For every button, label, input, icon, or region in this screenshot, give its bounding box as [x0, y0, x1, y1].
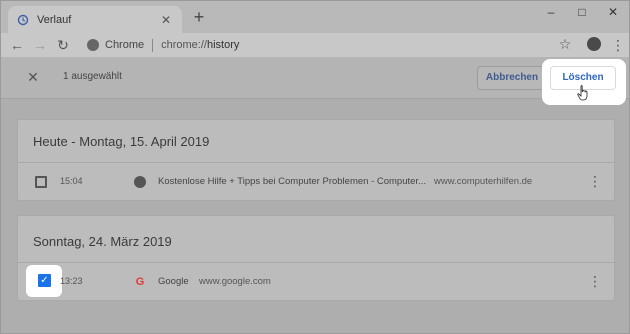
checkbox-highlight: ✓	[26, 265, 62, 297]
arrow-right-icon[interactable]: →	[31, 36, 49, 54]
entry-title[interactable]: Google	[158, 276, 189, 287]
tab-verlauf[interactable]: Verlauf ✕	[8, 6, 182, 33]
entry-time: 13:23	[60, 276, 83, 286]
more-vert-icon[interactable]: ⋮	[611, 36, 625, 54]
history-entry-row[interactable]: 15:04 Kostenlose Hilfe + Tipps bei Compu…	[18, 163, 616, 203]
history-day-card: Sonntag, 24. März 2019 ✓ 13:23 G Google …	[17, 215, 616, 303]
toolbar: ← → ↻ Chrome chrome:// history ☆ ⋮	[1, 33, 629, 57]
entry-checkbox[interactable]	[35, 176, 47, 188]
omnibox-url-prefix: chrome://	[161, 39, 207, 51]
star-icon[interactable]: ☆	[556, 35, 574, 53]
globe-icon	[134, 176, 146, 188]
minimize-button[interactable]: –	[536, 3, 566, 21]
omnibox-divider	[152, 38, 154, 52]
cancel-button[interactable]: Abbrechen	[477, 66, 547, 90]
arrow-left-icon[interactable]: ←	[8, 36, 26, 54]
omnibox[interactable]: Chrome chrome:// history	[78, 34, 582, 56]
entry-checkbox-checked[interactable]: ✓	[38, 274, 51, 287]
window-close-button[interactable]: ✕	[598, 3, 628, 21]
close-icon[interactable]: ✕	[25, 69, 41, 85]
history-day-card: Heute - Montag, 15. April 2019 15:04 Kos…	[17, 119, 616, 203]
day-heading: Heute - Montag, 15. April 2019	[33, 134, 210, 149]
entry-time: 15:04	[60, 176, 83, 186]
history-page: ✕ 1 ausgewählt Abbrechen Löschen Heute -…	[1, 57, 629, 333]
maximize-button[interactable]: □	[567, 3, 597, 21]
omnibox-site-label: Chrome	[105, 39, 145, 51]
new-tab-button[interactable]: +	[190, 8, 208, 26]
chrome-icon	[87, 39, 99, 51]
selection-count: 1 ausgewählt	[63, 71, 122, 82]
profile-icon[interactable]	[587, 37, 601, 51]
more-vert-icon[interactable]: ⋮	[588, 273, 602, 289]
entry-domain: www.computerhilfen.de	[434, 176, 533, 187]
history-icon	[17, 14, 29, 26]
entry-title[interactable]: Kostenlose Hilfe + Tipps bei Computer Pr…	[158, 176, 426, 187]
entry-domain: www.google.com	[199, 276, 271, 287]
hand-pointer-icon	[577, 85, 588, 101]
delete-button-highlight: Löschen	[542, 59, 626, 105]
selection-toolbar: ✕ 1 ausgewählt Abbrechen Löschen	[1, 57, 629, 105]
reload-icon[interactable]: ↻	[54, 36, 72, 54]
title-bar: Verlauf ✕ + – □ ✕	[1, 1, 629, 33]
day-heading: Sonntag, 24. März 2019	[33, 234, 172, 249]
omnibox-url-path: history	[206, 39, 240, 51]
tab-title: Verlauf	[37, 13, 72, 26]
browser-window: Verlauf ✕ + – □ ✕ ← → ↻ Chrome chrome://…	[0, 0, 630, 334]
close-icon[interactable]: ✕	[158, 12, 174, 28]
google-icon: G	[135, 276, 145, 288]
more-vert-icon[interactable]: ⋮	[588, 173, 602, 189]
history-entry-row[interactable]: ✓ 13:23 G Google www.google.com ⋮	[18, 263, 616, 303]
